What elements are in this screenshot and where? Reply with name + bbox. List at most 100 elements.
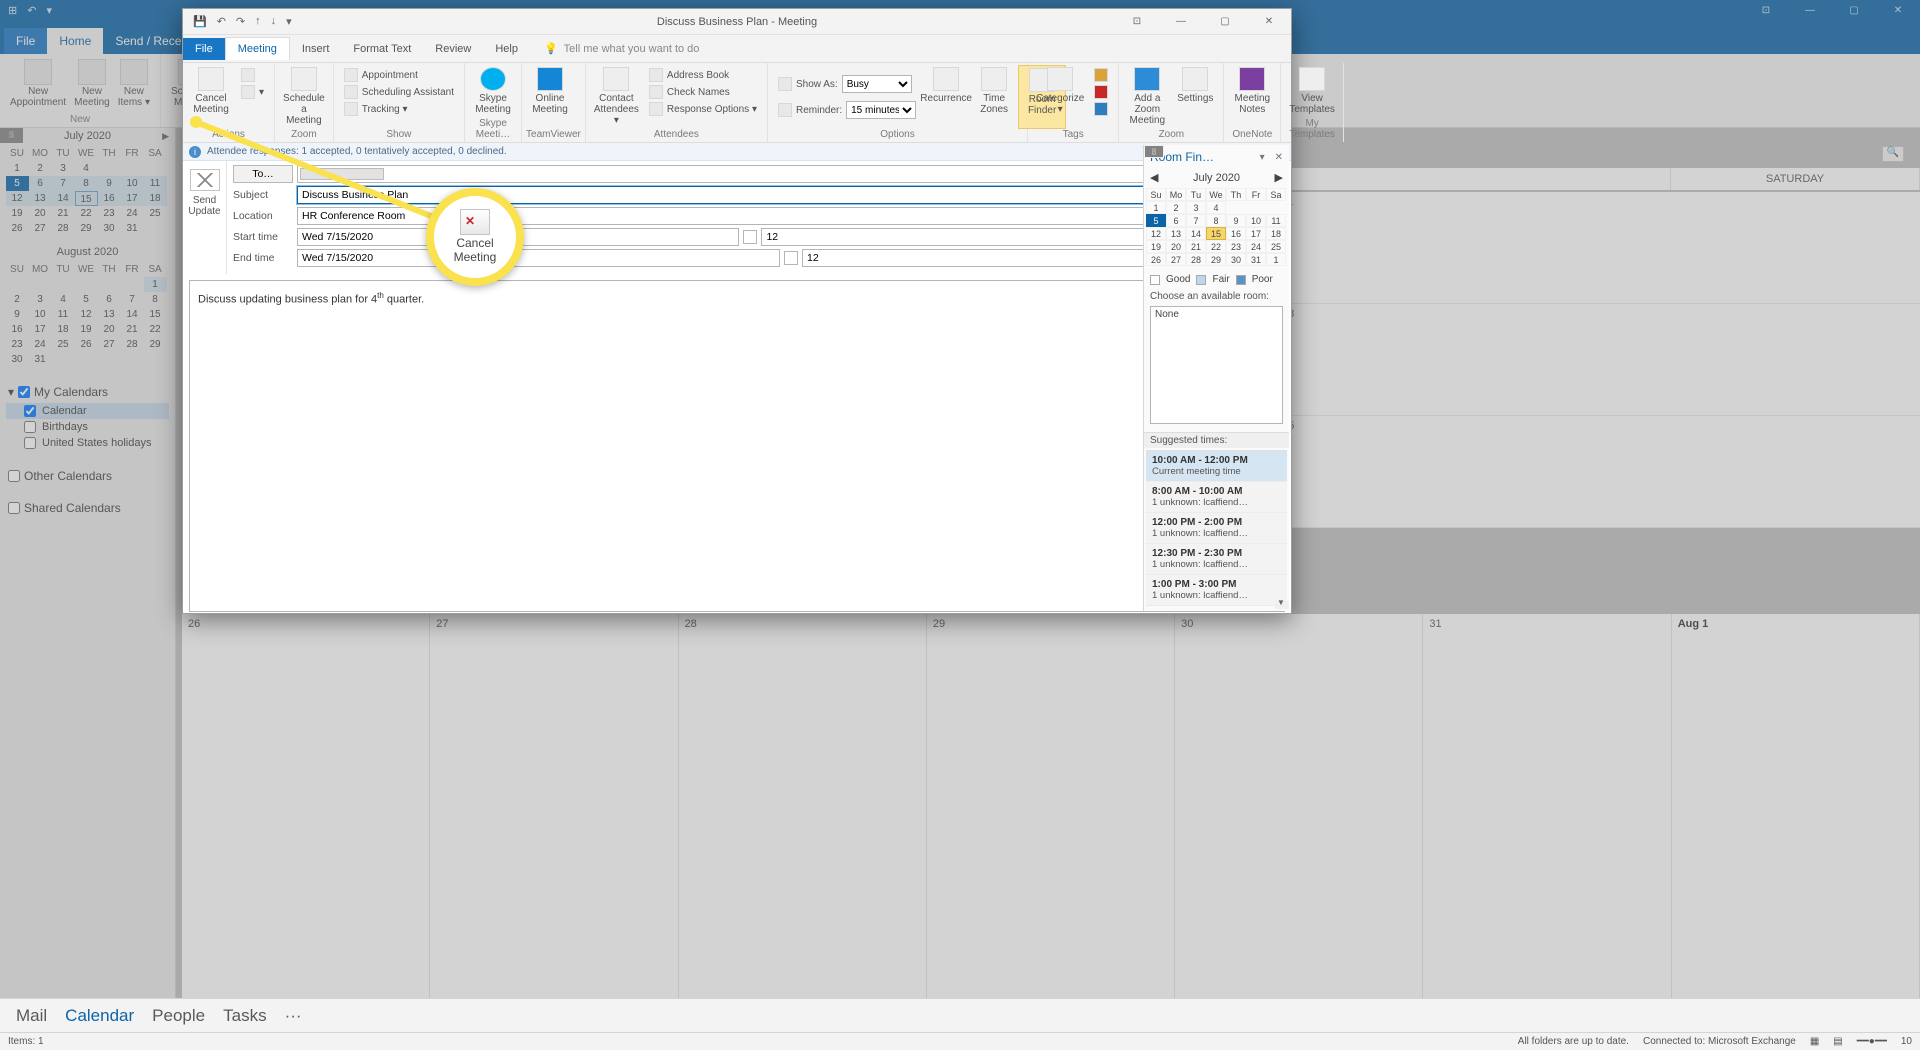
legend-poor-swatch — [1236, 275, 1246, 285]
date-picker-icon[interactable] — [784, 251, 798, 265]
day-cell[interactable]: 28 — [679, 614, 927, 998]
ribbon-display-icon[interactable]: ⊡ — [1744, 0, 1788, 20]
add-zoom-meeting-button[interactable]: Add a Zoom Meeting — [1123, 65, 1171, 129]
show-as-select[interactable]: Busy — [842, 75, 912, 93]
zoom-level: 10 — [1901, 1036, 1912, 1047]
module-nav: Mail Calendar People Tasks ··· — [0, 998, 1920, 1032]
shared-cal-checkbox[interactable] — [8, 502, 20, 514]
status-items: Items: 1 — [8, 1036, 44, 1047]
day-cell[interactable]: 26 — [182, 614, 430, 998]
list-item-birthdays[interactable]: Birthdays — [6, 419, 169, 435]
group-label-onenote: OneNote — [1228, 129, 1276, 142]
rf-next-month-icon[interactable]: ▶ — [1275, 171, 1283, 184]
meeting-notes-button[interactable]: Meeting Notes — [1228, 65, 1276, 129]
close-icon[interactable]: ✕ — [1876, 0, 1920, 20]
holidays-checkbox[interactable] — [24, 437, 36, 449]
suggested-time-item[interactable]: 12:00 PM - 2:00 PM1 unknown: lcaffiend… — [1146, 513, 1287, 544]
search-icon[interactable]: 🔍 — [1882, 146, 1904, 162]
show-as-icon — [778, 77, 792, 91]
categorize-button[interactable]: Categorize ▾ — [1032, 65, 1088, 129]
low-importance-button[interactable] — [1090, 101, 1112, 117]
nav-mail[interactable]: Mail — [16, 1006, 47, 1026]
rf-scrollbar[interactable] — [1275, 601, 1289, 609]
high-importance-button[interactable] — [1090, 84, 1112, 100]
day-cell[interactable]: 30 — [1175, 614, 1423, 998]
list-item-holidays[interactable]: United States holidays — [6, 435, 169, 451]
calendar-checkbox[interactable] — [24, 405, 36, 417]
ribbon-group-templates: View Templates My Templates — [1281, 63, 1344, 142]
my-calendars-checkbox[interactable] — [18, 386, 30, 398]
date-picker-icon[interactable] — [743, 230, 757, 244]
suggested-time-item[interactable]: 10:00 AM - 12:00 PMCurrent meeting time — [1146, 451, 1287, 482]
suggested-time-item[interactable]: 1:00 PM - 3:00 PM1 unknown: lcaffiend… — [1146, 575, 1287, 606]
maximize-icon[interactable]: ▢ — [1203, 9, 1247, 35]
start-time-input[interactable] — [761, 228, 1203, 246]
teamviewer-icon — [537, 67, 563, 91]
reminder-select[interactable]: 15 minutes — [846, 101, 916, 119]
tab-help[interactable]: Help — [483, 38, 530, 60]
view-reading-icon[interactable]: ▤ — [1833, 1036, 1842, 1047]
zoom-slider[interactable]: ━━●━━ — [1857, 1036, 1887, 1047]
ribbon-group-tags: Categorize ▾ Tags — [1028, 63, 1119, 142]
suggested-time-item[interactable]: 12:30 PM - 2:30 PM1 unknown: lcaffiend… — [1146, 544, 1287, 575]
response-options-button[interactable]: Response Options ▾ — [645, 101, 761, 117]
outer-window-controls: ⊡ — ▢ ✕ — [1744, 0, 1920, 20]
other-calendars-header[interactable]: Other Calendars — [6, 465, 169, 487]
minimize-icon[interactable]: — — [1788, 0, 1832, 20]
group-label-attendees: Attendees — [590, 129, 763, 142]
gear-icon — [1182, 67, 1208, 91]
legend-good-swatch — [1150, 275, 1160, 285]
maximize-icon[interactable]: ▢ — [1832, 0, 1876, 20]
view-templates-button[interactable]: View Templates — [1285, 65, 1339, 118]
rf-month-label: July 2020 — [1193, 172, 1240, 184]
rf-legend: Good Fair Poor — [1144, 270, 1289, 289]
day-cell[interactable]: 31 — [1423, 614, 1671, 998]
other-cal-checkbox[interactable] — [8, 470, 20, 482]
view-normal-icon[interactable]: ▦ — [1810, 1036, 1819, 1047]
recurrence-button[interactable]: Recurrence — [922, 65, 970, 129]
chevron-down-icon: ▾ — [8, 385, 14, 399]
zoom-settings-button[interactable]: Settings — [1171, 65, 1219, 129]
recurrence-icon — [933, 67, 959, 91]
nav-calendar[interactable]: Calendar — [65, 1006, 134, 1026]
day-cell[interactable]: 25 — [1276, 416, 1920, 528]
ribbon-group-attendees: Contact Attendees ▾ Address Book Check N… — [586, 63, 768, 142]
group-label-options: Options — [772, 129, 1023, 142]
suggested-time-item[interactable]: 8:00 AM - 10:00 AM1 unknown: lcaffiend… — [1146, 482, 1287, 513]
check-names-button[interactable]: Check Names — [645, 84, 761, 100]
meeting-body-editor[interactable]: Discuss updating business plan for 4th q… — [189, 280, 1285, 612]
day-cell[interactable]: 18 — [1276, 304, 1920, 416]
close-pane-icon[interactable]: ✕ — [1275, 152, 1283, 163]
my-calendars-header[interactable]: ▾My Calendars — [6, 381, 169, 403]
ribbon-display-icon[interactable]: ⊡ — [1115, 9, 1159, 35]
online-meeting-button[interactable]: Online Meeting — [526, 65, 574, 129]
day-cell[interactable]: 29 — [927, 614, 1175, 998]
minimize-icon[interactable]: — — [1159, 9, 1203, 35]
day-cell[interactable]: 11 — [1276, 192, 1920, 304]
day-cell[interactable]: 27 — [430, 614, 678, 998]
birthdays-checkbox[interactable] — [24, 421, 36, 433]
address-book-button[interactable]: Address Book — [645, 67, 761, 83]
show-as-row: Show As:Busy — [774, 74, 920, 94]
pane-options-icon[interactable]: ▾ — [1260, 152, 1265, 163]
close-icon[interactable]: ✕ — [1247, 9, 1291, 35]
lock-icon — [1094, 68, 1108, 82]
nav-tasks[interactable]: Tasks — [223, 1006, 266, 1026]
list-item-calendar[interactable]: Calendar — [6, 403, 169, 419]
rf-choose-label: Choose an available room: — [1144, 289, 1289, 304]
time-zones-button[interactable]: Time Zones — [970, 65, 1018, 129]
private-button[interactable] — [1090, 67, 1112, 83]
rf-prev-month-icon[interactable]: ◀ — [1150, 171, 1158, 184]
day-cell-aug1[interactable]: Aug 1 — [1672, 614, 1920, 998]
rf-suggested-times: 10:00 AM - 12:00 PMCurrent meeting time8… — [1146, 450, 1287, 606]
nav-more-icon[interactable]: ··· — [285, 1006, 302, 1026]
skype-icon — [480, 67, 506, 91]
time-zones-icon — [981, 67, 1007, 91]
response-options-icon — [649, 102, 663, 116]
nav-people[interactable]: People — [152, 1006, 205, 1026]
contact-attendees-button[interactable]: Contact Attendees ▾ — [590, 65, 643, 129]
tell-me-search[interactable]: 💡Tell me what you want to do — [544, 42, 699, 55]
rf-room-list[interactable]: None — [1150, 306, 1283, 424]
rf-mini-calendar[interactable]: SuMoTuWeThFrSa28293012345678910111213141… — [1146, 188, 1287, 266]
shared-calendars-header[interactable]: Shared Calendars — [6, 497, 169, 519]
